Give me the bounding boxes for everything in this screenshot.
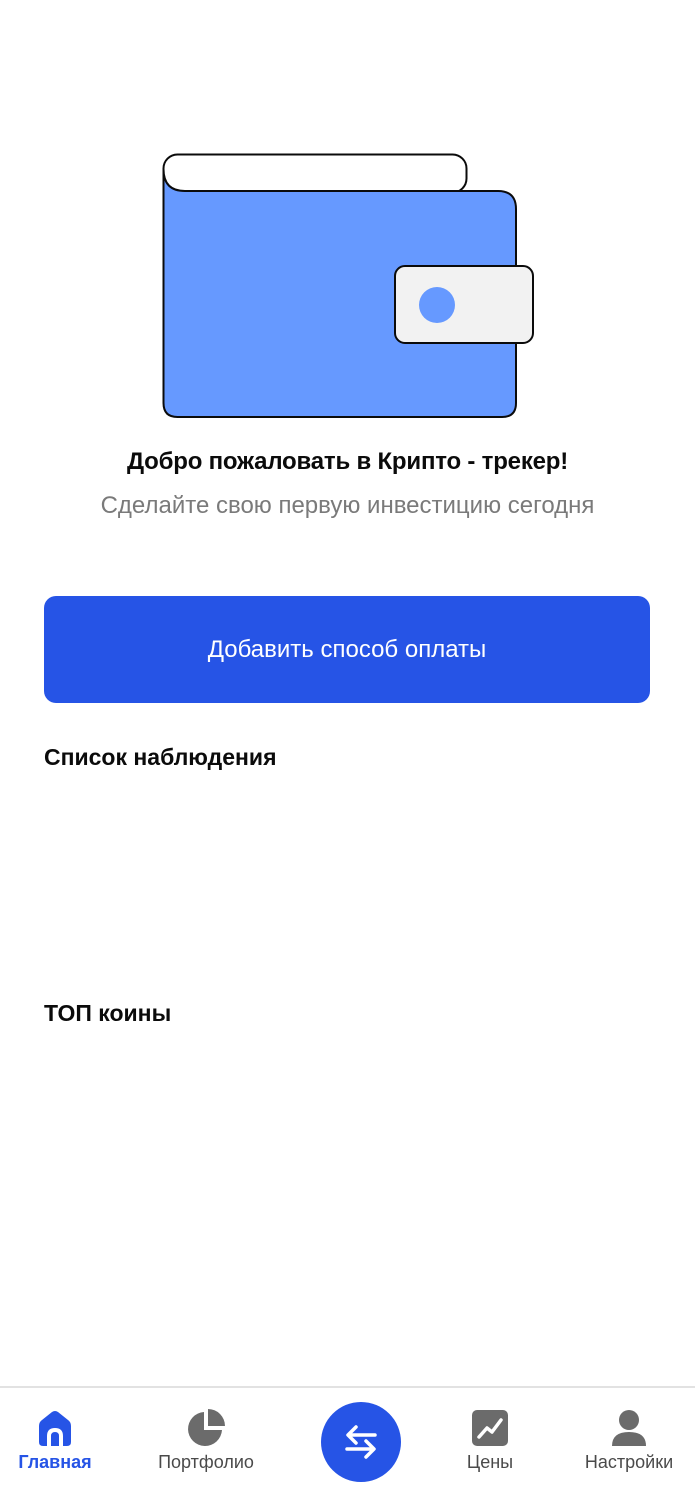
wallet-icon: [162, 153, 534, 418]
nav-label-settings: Настройки: [584, 1452, 674, 1472]
top-coins-section-title: ТОП коины: [44, 1000, 172, 1026]
add-payment-method-button[interactable]: Добавить способ оплаты: [44, 596, 650, 703]
swap-arrows-icon: [345, 1425, 377, 1459]
swap-button[interactable]: [321, 1402, 401, 1482]
nav-item-prices[interactable]: Цены: [440, 1388, 540, 1505]
nav-item-portfolio[interactable]: Портфолио: [140, 1388, 272, 1505]
welcome-title: Добро пожаловать в Крипто - трекер!: [126, 448, 569, 475]
nav-label-portfolio: Портфолио: [158, 1452, 254, 1472]
bottom-navigation: Главная Портфолио Цены Настройки: [0, 1386, 695, 1507]
welcome-subtitle: Сделайте свою первую инвестицию сегодня: [100, 492, 595, 519]
watchlist-section-title: Список наблюдения: [44, 744, 277, 770]
trend-chart-icon: [472, 1410, 508, 1446]
add-payment-method-label: Добавить способ оплаты: [207, 635, 487, 663]
home-icon: [39, 1411, 71, 1446]
nav-item-home[interactable]: Главная: [0, 1388, 110, 1505]
nav-label-prices: Цены: [466, 1452, 514, 1472]
pie-chart-icon: [188, 1409, 225, 1446]
nav-label-home: Главная: [18, 1452, 92, 1472]
user-icon: [612, 1410, 646, 1446]
nav-item-settings[interactable]: Настройки: [570, 1388, 688, 1505]
